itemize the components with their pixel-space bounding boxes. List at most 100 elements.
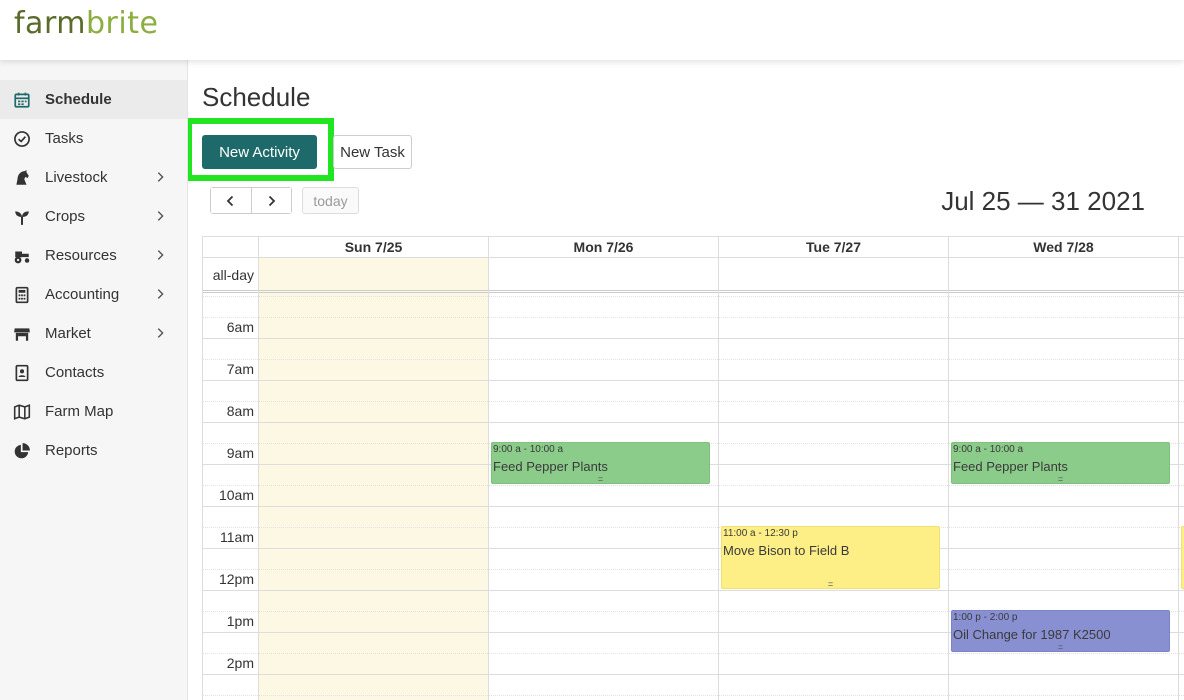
- sidebar-item-label: Contacts: [45, 364, 105, 381]
- day-header-sun: Sun 7/25: [258, 236, 488, 258]
- logo-text-farm: farm: [14, 6, 86, 41]
- calendar-nav-group: [210, 187, 292, 214]
- event-time: 9:00 a - 10:00 a: [953, 444, 1024, 455]
- time-label: 6am: [226, 319, 254, 335]
- top-bar: farmbrite: [0, 0, 1184, 60]
- event-title: Oil Change for 1987 K2500: [953, 627, 1111, 642]
- main-content: Schedule New Activity New Task today Jul…: [188, 60, 1184, 700]
- calculator-icon: [12, 285, 32, 305]
- sidebar-item-label: Accounting: [45, 286, 120, 303]
- event-time: 1:00 p - 2:00 p: [953, 612, 1018, 623]
- sidebar-item-label: Reports: [45, 442, 98, 459]
- seedling-icon: [12, 207, 32, 227]
- grid-line: [202, 401, 1184, 402]
- day-header-tue: Tue 7/27: [718, 236, 948, 258]
- sidebar-item-label: Resources: [45, 247, 117, 264]
- sidebar-item-label: Tasks: [45, 130, 84, 147]
- resize-handle[interactable]: =: [952, 475, 1169, 484]
- sidebar-item-accounting[interactable]: Accounting: [0, 275, 187, 314]
- map-icon: [12, 402, 32, 422]
- chevron-right-icon: [157, 250, 164, 260]
- all-day-label: all-day: [202, 258, 258, 293]
- time-label: 8am: [226, 403, 254, 419]
- time-label: 10am: [218, 487, 254, 503]
- day-header-wed: Wed 7/28: [948, 236, 1178, 258]
- chevron-right-icon: [157, 211, 164, 221]
- time-label: 9am: [226, 445, 254, 461]
- sidebar-item-livestock[interactable]: Livestock: [0, 158, 187, 197]
- sidebar-item-label: Crops: [45, 208, 86, 225]
- today-button[interactable]: today: [302, 187, 359, 214]
- check-circle-icon: [12, 129, 32, 149]
- logo-text-brite: brite: [85, 6, 159, 41]
- chevron-left-icon: [226, 195, 233, 206]
- tractor-icon: [12, 246, 32, 266]
- chevron-right-icon: [157, 289, 164, 299]
- day-header-mon: Mon 7/26: [488, 236, 718, 258]
- grid-line: [202, 317, 1184, 318]
- event-title: Move Bison to Field B: [723, 543, 850, 558]
- grid-line: [202, 527, 1184, 528]
- grid-line: [202, 695, 1184, 696]
- time-label: 12pm: [218, 571, 254, 587]
- time-axis-header: [202, 236, 258, 258]
- event-time: 11:00 a - 12:30 p: [723, 528, 798, 539]
- resize-handle[interactable]: =: [722, 580, 939, 589]
- sidebar-item-reports[interactable]: Reports: [0, 431, 187, 470]
- resize-handle[interactable]: =: [492, 475, 709, 484]
- sidebar-item-farm-map[interactable]: Farm Map: [0, 392, 187, 431]
- new-activity-button[interactable]: New Activity: [202, 135, 317, 169]
- resize-handle[interactable]: =: [952, 643, 1169, 652]
- time-label: 11am: [220, 529, 254, 545]
- calendar-event[interactable]: 1:00 p - 2:00 p Oil Change for 1987 K250…: [951, 610, 1170, 652]
- store-icon: [12, 324, 32, 344]
- horse-icon: [12, 168, 32, 188]
- sidebar-item-market[interactable]: Market: [0, 314, 187, 353]
- new-task-button[interactable]: New Task: [333, 135, 412, 169]
- sidebar-item-tasks[interactable]: Tasks: [0, 119, 187, 158]
- event-title: Feed Pepper Plants: [953, 459, 1068, 474]
- grid-line: [202, 506, 1184, 507]
- grid-line: [202, 548, 1184, 549]
- grid-line: [202, 296, 1184, 297]
- time-label: 7am: [226, 361, 254, 377]
- prev-week-button[interactable]: [211, 188, 251, 213]
- sidebar-item-schedule[interactable]: Schedule: [0, 80, 187, 119]
- event-time: 9:00 a - 10:00 a: [493, 444, 564, 455]
- calendar-icon: [12, 90, 32, 110]
- grid-line: [202, 653, 1184, 654]
- time-label: 1pm: [226, 613, 254, 629]
- calendar-event[interactable]: 9:00 a - 10:00 a Feed Pepper Plants =: [951, 442, 1170, 484]
- grid-line: [202, 338, 1184, 339]
- grid-line: [202, 359, 1184, 360]
- time-label: 2pm: [226, 655, 254, 671]
- calendar-event[interactable]: 11:00 a - 12:30 p Move Bison to Field B …: [721, 526, 940, 589]
- sidebar-item-label: Market: [45, 325, 91, 342]
- grid-line: [202, 422, 1184, 423]
- chevron-right-icon: [157, 172, 164, 182]
- grid-line: [202, 380, 1184, 381]
- chevron-right-icon: [269, 195, 276, 206]
- sidebar-item-resources[interactable]: Resources: [0, 236, 187, 275]
- page-title: Schedule: [202, 82, 311, 112]
- farmbrite-logo[interactable]: farmbrite: [14, 6, 158, 41]
- all-day-row[interactable]: all-day: [202, 258, 1184, 293]
- next-week-button[interactable]: [250, 188, 291, 213]
- sidebar-item-crops[interactable]: Crops: [0, 197, 187, 236]
- sidebar-item-label: Livestock: [45, 169, 108, 186]
- week-calendar: Sun 7/25 Mon 7/26 Tue 7/27 Wed 7/28 all-…: [202, 236, 1184, 700]
- event-title: Feed Pepper Plants: [493, 459, 608, 474]
- grid-line: [202, 674, 1184, 675]
- grid-line: [202, 590, 1184, 591]
- time-grid[interactable]: 6am 7am 8am 9am 10am 11am 12pm 1pm 2pm 9…: [202, 296, 1184, 700]
- calendar-event[interactable]: 9:00 a - 10:00 a Feed Pepper Plants =: [491, 442, 710, 484]
- grid-line: [202, 485, 1184, 486]
- address-book-icon: [12, 363, 32, 383]
- sidebar-item-contacts[interactable]: Contacts: [0, 353, 187, 392]
- sidebar-item-label: Schedule: [45, 91, 112, 108]
- pie-chart-icon: [12, 441, 32, 461]
- date-range-title: Jul 25 — 31 2021: [941, 186, 1145, 216]
- sidebar-item-label: Farm Map: [45, 403, 114, 420]
- sidebar: Schedule Tasks Livestock Crops Resources: [0, 60, 188, 700]
- chevron-right-icon: [157, 328, 164, 338]
